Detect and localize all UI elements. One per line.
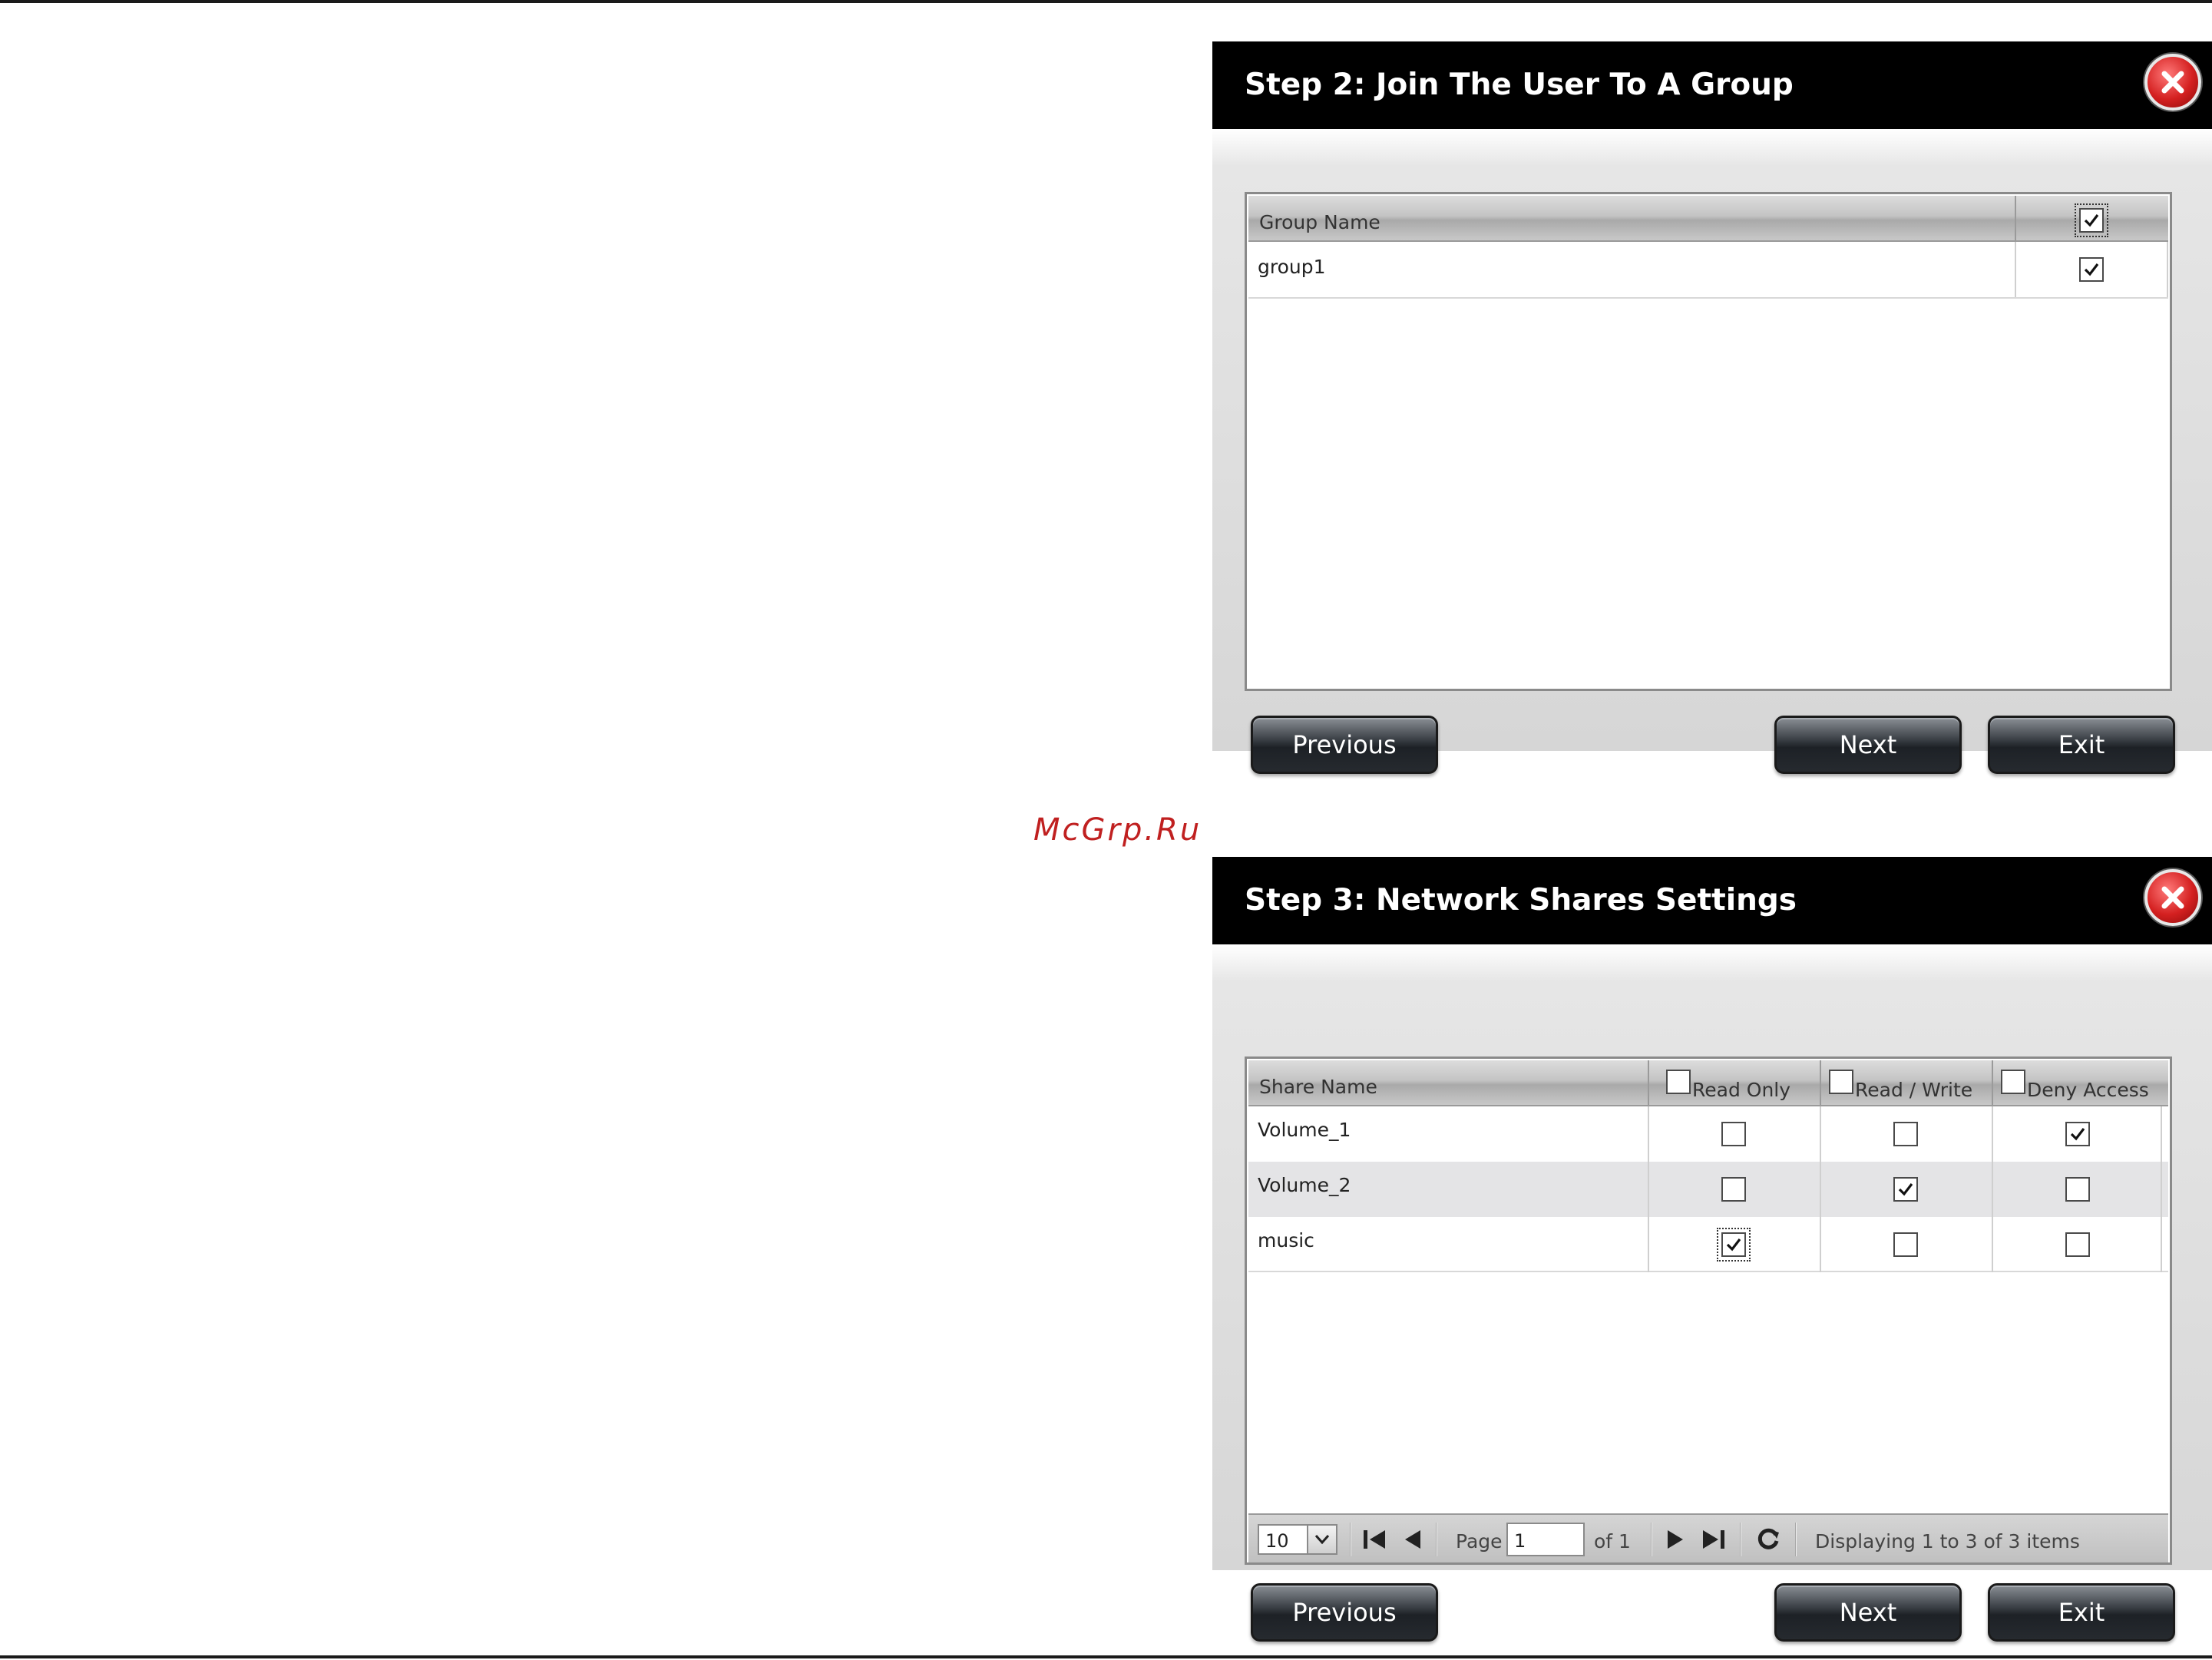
step2-dialog: Step 2: Join The User To A Group Group N… xyxy=(1212,41,2212,774)
checkmark-icon xyxy=(1726,1238,1741,1252)
group-name-header: Group Name xyxy=(1259,211,1380,233)
step2-close-icon[interactable] xyxy=(2144,54,2201,111)
step3-previous-button[interactable]: Previous xyxy=(1251,1583,1438,1642)
read-only-checkbox[interactable] xyxy=(1721,1122,1746,1146)
read-only-header: Read Only xyxy=(1692,1079,1791,1101)
row-divider xyxy=(1820,1106,1821,1272)
step2-body: Group Name group1 Previous Next Exit xyxy=(1212,129,2212,774)
step3-next-button[interactable]: Next xyxy=(1774,1583,1962,1642)
select-all-groups-checkbox[interactable] xyxy=(2075,203,2108,237)
row-divider xyxy=(1992,1106,1993,1272)
group-row-name: group1 xyxy=(1258,256,1326,278)
read-write-checkbox[interactable] xyxy=(1893,1232,1918,1257)
read-write-all-checkbox[interactable] xyxy=(1829,1070,1853,1094)
page-label: Page xyxy=(1456,1530,1503,1553)
watermark: McGrp.Ru xyxy=(1033,812,1202,848)
read-only-checkbox[interactable] xyxy=(1721,1177,1746,1202)
deny-access-checkbox[interactable] xyxy=(2065,1122,2090,1146)
pager-separator xyxy=(1436,1523,1437,1556)
checkmark-icon xyxy=(1898,1183,1913,1196)
step2-title: Step 2: Join The User To A Group xyxy=(1245,68,1794,102)
row-divider xyxy=(1648,1106,1649,1272)
step3-exit-button[interactable]: Exit xyxy=(1988,1583,2175,1642)
row-divider xyxy=(2161,1106,2162,1272)
page: McGrp.Ru Step 2: Join The User To A Grou… xyxy=(0,0,2212,1660)
deny-access-checkbox[interactable] xyxy=(2065,1177,2090,1202)
step2-exit-button[interactable]: Exit xyxy=(1988,716,2175,774)
step2-next-button[interactable]: Next xyxy=(1774,716,1962,774)
pager-separator xyxy=(1740,1523,1741,1556)
step2-titlebar: Step 2: Join The User To A Group xyxy=(1212,41,2212,129)
header-divider xyxy=(1648,1060,1649,1106)
pager-status: Displaying 1 to 3 of 3 items xyxy=(1815,1530,2080,1553)
share-row-name: Volume_2 xyxy=(1258,1174,1351,1196)
deny-access-all-checkbox[interactable] xyxy=(2001,1070,2025,1094)
read-write-checkbox[interactable] xyxy=(1893,1177,1918,1202)
group-grid-header: Group Name xyxy=(1248,196,2168,242)
share-name-header: Share Name xyxy=(1259,1076,1377,1098)
deny-access-header: Deny Access xyxy=(2027,1079,2149,1101)
pager-separator xyxy=(1651,1523,1652,1556)
step3-body: Share Name Read Only Read / Write Deny A… xyxy=(1212,944,2212,1642)
step3-title: Step 3: Network Shares Settings xyxy=(1245,883,1797,918)
step3-titlebar: Step 3: Network Shares Settings xyxy=(1212,857,2212,944)
share-row: Volume_2 xyxy=(1248,1162,2168,1217)
row-divider xyxy=(2167,242,2168,297)
read-only-checkbox[interactable] xyxy=(1717,1228,1751,1262)
share-row: music xyxy=(1248,1217,2168,1272)
page-total: of 1 xyxy=(1594,1530,1631,1553)
bottom-rule xyxy=(0,1655,2212,1658)
row-separator xyxy=(1248,1271,2168,1272)
page-number-value: 1 xyxy=(1514,1530,1526,1552)
row-divider xyxy=(2015,242,2016,297)
read-write-header: Read / Write xyxy=(1855,1079,1973,1101)
header-divider xyxy=(1820,1060,1821,1106)
pager-separator xyxy=(1350,1523,1351,1556)
checkmark-icon xyxy=(2084,263,2099,276)
share-grid-header: Share Name Read Only Read / Write Deny A… xyxy=(1248,1060,2168,1106)
first-page-icon[interactable] xyxy=(1362,1529,1388,1553)
top-rule xyxy=(0,0,2212,3)
chevron-down-icon[interactable] xyxy=(1307,1526,1336,1553)
last-page-icon[interactable] xyxy=(1700,1529,1726,1553)
read-write-checkbox[interactable] xyxy=(1893,1122,1918,1146)
step2-previous-button[interactable]: Previous xyxy=(1251,716,1438,774)
step3-close-icon[interactable] xyxy=(2144,869,2201,926)
header-divider xyxy=(2015,196,2016,242)
step3-dialog: Step 3: Network Shares Settings Share Na… xyxy=(1212,857,2212,1642)
pager-separator xyxy=(1795,1523,1797,1556)
share-grid: Share Name Read Only Read / Write Deny A… xyxy=(1245,1057,2172,1565)
previous-page-icon[interactable] xyxy=(1402,1529,1423,1553)
row-separator xyxy=(1248,297,2168,299)
pager-bar: 10 Page 1 of 1 Displaying 1 to 3 of 3 it… xyxy=(1248,1513,2168,1562)
share-row-name: music xyxy=(1258,1229,1314,1252)
group-grid: Group Name group1 xyxy=(1245,192,2172,691)
page-size-value: 10 xyxy=(1265,1530,1289,1552)
page-size-select[interactable]: 10 xyxy=(1258,1524,1337,1555)
next-page-icon[interactable] xyxy=(1665,1529,1686,1553)
deny-access-checkbox[interactable] xyxy=(2065,1232,2090,1257)
checkmark-icon xyxy=(2070,1128,2085,1141)
share-row-name: Volume_1 xyxy=(1258,1119,1351,1141)
group-row-checkbox[interactable] xyxy=(2079,257,2104,282)
read-only-all-checkbox[interactable] xyxy=(1666,1070,1691,1094)
refresh-icon[interactable] xyxy=(1755,1526,1781,1555)
page-number-input[interactable]: 1 xyxy=(1506,1523,1585,1556)
share-row: Volume_1 xyxy=(1248,1106,2168,1162)
checkmark-icon xyxy=(2084,214,2099,227)
header-divider xyxy=(1992,1060,1993,1106)
